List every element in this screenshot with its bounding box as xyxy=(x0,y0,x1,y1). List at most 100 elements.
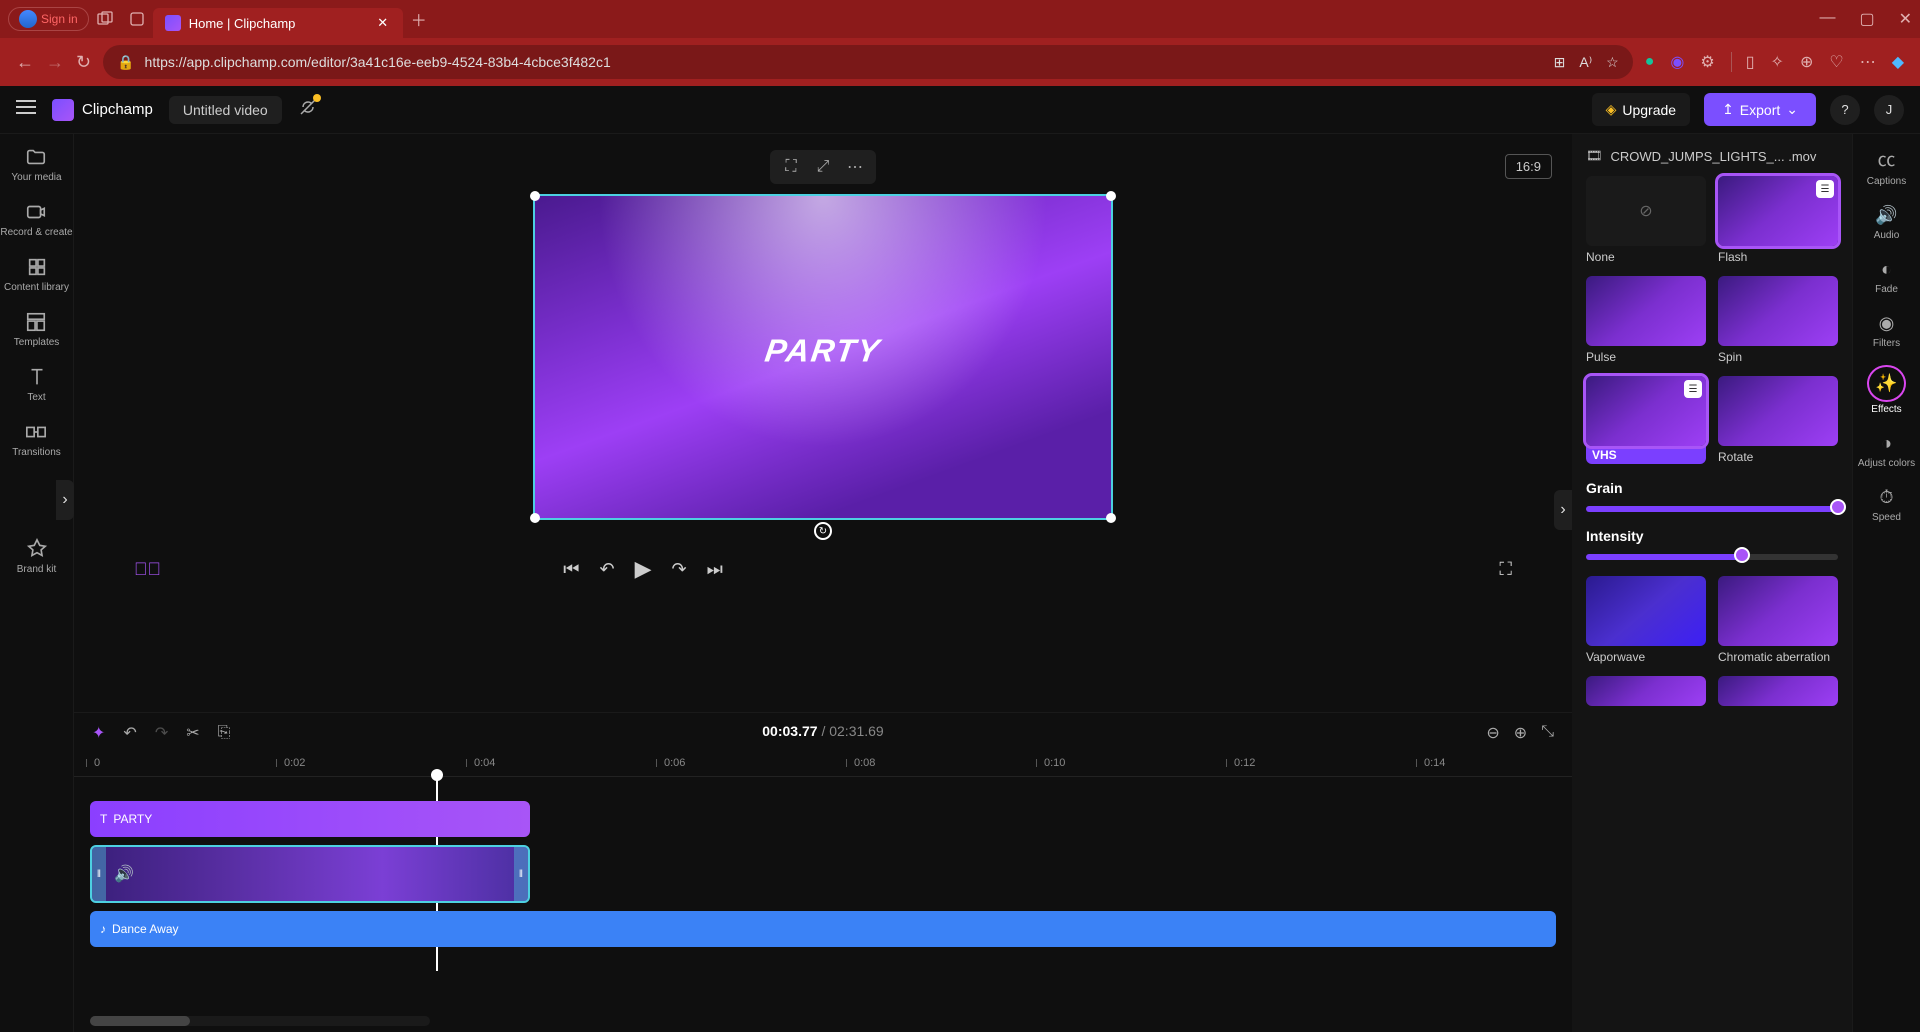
user-avatar-button[interactable]: J xyxy=(1874,95,1904,125)
browser-tab[interactable]: Home | Clipchamp ✕ xyxy=(153,8,403,38)
sidebar-item-templates[interactable]: Templates xyxy=(14,311,60,348)
project-title-input[interactable]: Untitled video xyxy=(169,96,282,124)
profile-signin-button[interactable]: Sign in xyxy=(8,7,89,31)
rail-filters[interactable]: ◉ Filters xyxy=(1873,313,1900,349)
rail-fade[interactable]: ◐ Fade xyxy=(1875,259,1898,295)
resize-handle-tr[interactable] xyxy=(1106,191,1116,201)
read-aloud-icon[interactable]: A⁾ xyxy=(1579,54,1592,71)
maximize-icon[interactable]: ▢ xyxy=(1859,9,1874,29)
effect-chromatic[interactable]: Chromatic aberration xyxy=(1718,576,1838,664)
more-icon[interactable]: ⋯ xyxy=(1860,52,1876,72)
effect-flash[interactable]: ☰ Flash xyxy=(1718,176,1838,264)
help-button[interactable]: ? xyxy=(1830,95,1860,125)
resize-handle-bl[interactable] xyxy=(530,513,540,523)
tab-actions-icon[interactable] xyxy=(121,3,153,35)
text-track[interactable]: T PARTY xyxy=(90,801,1556,837)
aspect-ratio-button[interactable]: 16:9 xyxy=(1505,154,1552,179)
undo-icon[interactable]: ↶ xyxy=(123,723,136,743)
zoom-in-icon[interactable]: ⊕ xyxy=(1514,723,1527,743)
sidebar-item-record[interactable]: Record & create xyxy=(0,201,72,238)
effect-vaporwave[interactable]: Vaporwave xyxy=(1586,576,1706,664)
rotate-handle-icon[interactable]: ↻ xyxy=(814,522,832,540)
effect-vhs[interactable]: ☰ VHS xyxy=(1586,376,1706,464)
resize-handle-br[interactable] xyxy=(1106,513,1116,523)
effect-rotate[interactable]: Rotate xyxy=(1718,376,1838,464)
effect-more-2[interactable] xyxy=(1718,676,1838,706)
grain-slider[interactable] xyxy=(1586,506,1838,512)
upgrade-button[interactable]: ◈ Upgrade xyxy=(1592,93,1690,126)
new-tab-icon[interactable]: ＋ xyxy=(403,3,435,35)
preview-more-icon[interactable]: ⋯ xyxy=(840,156,870,178)
adjust-icon[interactable]: ☰ xyxy=(1816,180,1834,198)
zoom-out-icon[interactable]: ⊖ xyxy=(1486,723,1499,743)
app-available-icon[interactable]: ⊞ xyxy=(1554,54,1566,71)
effect-pulse[interactable]: Pulse xyxy=(1586,276,1706,364)
seek-forward-icon[interactable]: ↷ xyxy=(672,559,687,580)
ext-icon-3[interactable]: ♡ xyxy=(1829,52,1843,72)
sidebar-item-brand-kit[interactable]: Brand kit xyxy=(17,538,56,575)
ai-sparkle-icon[interactable]: ✦⃠ xyxy=(134,559,161,580)
effect-more-1[interactable] xyxy=(1586,676,1706,706)
sidebar-item-text[interactable]: Text xyxy=(26,366,48,403)
skip-forward-icon[interactable]: ⏭ xyxy=(707,559,723,580)
app-logo[interactable]: Clipchamp xyxy=(52,99,153,121)
split-icon[interactable]: ▯ xyxy=(1731,52,1755,72)
audio-track[interactable]: ♪ Dance Away xyxy=(90,911,1556,947)
sidebar-item-your-media[interactable]: Your media xyxy=(11,146,61,183)
split-icon[interactable]: ✂ xyxy=(186,723,199,743)
menu-icon[interactable] xyxy=(16,99,36,120)
rail-effects[interactable]: ✨ Effects xyxy=(1869,367,1903,415)
intensity-slider[interactable] xyxy=(1586,554,1838,560)
favorites-icon[interactable]: ✧ xyxy=(1771,52,1784,72)
sidebar-item-transitions[interactable]: Transitions xyxy=(12,421,61,458)
adjust-icon[interactable]: ☰ xyxy=(1684,380,1702,398)
intensity-slider-thumb[interactable] xyxy=(1734,547,1750,563)
effect-none[interactable]: ⊘ None xyxy=(1586,176,1706,264)
export-button[interactable]: ↥ Export ⌄ xyxy=(1704,93,1816,126)
url-input[interactable]: 🔒 https://app.clipchamp.com/editor/3a41c… xyxy=(103,45,1633,79)
timeline-scrollbar[interactable] xyxy=(90,1016,430,1026)
sync-off-icon[interactable] xyxy=(298,97,318,122)
clip-trim-left[interactable]: ‖ xyxy=(92,847,106,901)
skip-back-icon[interactable]: ⏮ xyxy=(563,559,579,580)
fullscreen-icon[interactable]: ⛶ xyxy=(1499,559,1512,580)
speaker-icon[interactable]: 🔊 xyxy=(114,864,134,884)
audio-clip[interactable]: ♪ Dance Away xyxy=(90,911,1556,947)
rail-audio[interactable]: 🔊 Audio xyxy=(1874,205,1900,241)
rail-speed[interactable]: ⏱ Speed xyxy=(1872,487,1901,523)
timeline-ruler[interactable]: 0 0:02 0:04 0:06 0:08 0:10 0:12 0:14 xyxy=(74,753,1572,777)
preview-canvas[interactable]: PARTY ↻ xyxy=(533,194,1113,520)
back-icon[interactable]: ← xyxy=(16,52,34,73)
close-window-icon[interactable]: ✕ xyxy=(1899,9,1912,29)
resize-handle-tl[interactable] xyxy=(530,191,540,201)
play-icon[interactable]: ▶ xyxy=(635,556,652,582)
scrollbar-thumb[interactable] xyxy=(90,1016,190,1026)
fit-icon[interactable]: ⤢ xyxy=(808,156,838,178)
rail-captions[interactable]: ㏄ Captions xyxy=(1867,146,1906,187)
copilot-icon[interactable]: ◆ xyxy=(1892,52,1904,72)
minimize-icon[interactable]: — xyxy=(1819,9,1835,29)
collapse-panel-icon[interactable]: › xyxy=(1554,490,1572,530)
sidebar-item-content-library[interactable]: Content library xyxy=(4,256,69,293)
effect-spin[interactable]: Spin xyxy=(1718,276,1838,364)
zoom-fit-icon[interactable]: ⤡ xyxy=(1541,723,1554,743)
ext-icon-2[interactable]: ◉ xyxy=(1670,52,1684,72)
favorite-icon[interactable]: ☆ xyxy=(1606,54,1619,71)
clip-trim-right[interactable]: ‖ xyxy=(514,847,528,901)
redo-icon[interactable]: ↷ xyxy=(155,723,168,743)
grain-slider-thumb[interactable] xyxy=(1830,499,1846,515)
ai-tool-icon[interactable]: ✦ xyxy=(92,723,105,743)
copy-icon[interactable]: ⎘ xyxy=(218,724,231,742)
expand-sidebar-icon[interactable]: › xyxy=(56,480,74,520)
grammarly-ext-icon[interactable]: ● xyxy=(1645,53,1655,71)
crop-icon[interactable]: ⛶ xyxy=(776,156,806,178)
workspaces-icon[interactable] xyxy=(89,3,121,35)
text-clip[interactable]: T PARTY xyxy=(90,801,530,837)
close-tab-icon[interactable]: ✕ xyxy=(375,15,391,31)
refresh-icon[interactable]: ↻ xyxy=(76,52,91,73)
collections-icon[interactable]: ⊕ xyxy=(1800,52,1813,72)
extensions-icon[interactable]: ⚙ xyxy=(1700,52,1714,72)
rail-adjust-colors[interactable]: ◑ Adjust colors xyxy=(1858,433,1915,469)
seek-back-icon[interactable]: ↶ xyxy=(599,559,614,580)
video-track[interactable]: ‖ 🔊 ‖ xyxy=(90,845,1556,903)
